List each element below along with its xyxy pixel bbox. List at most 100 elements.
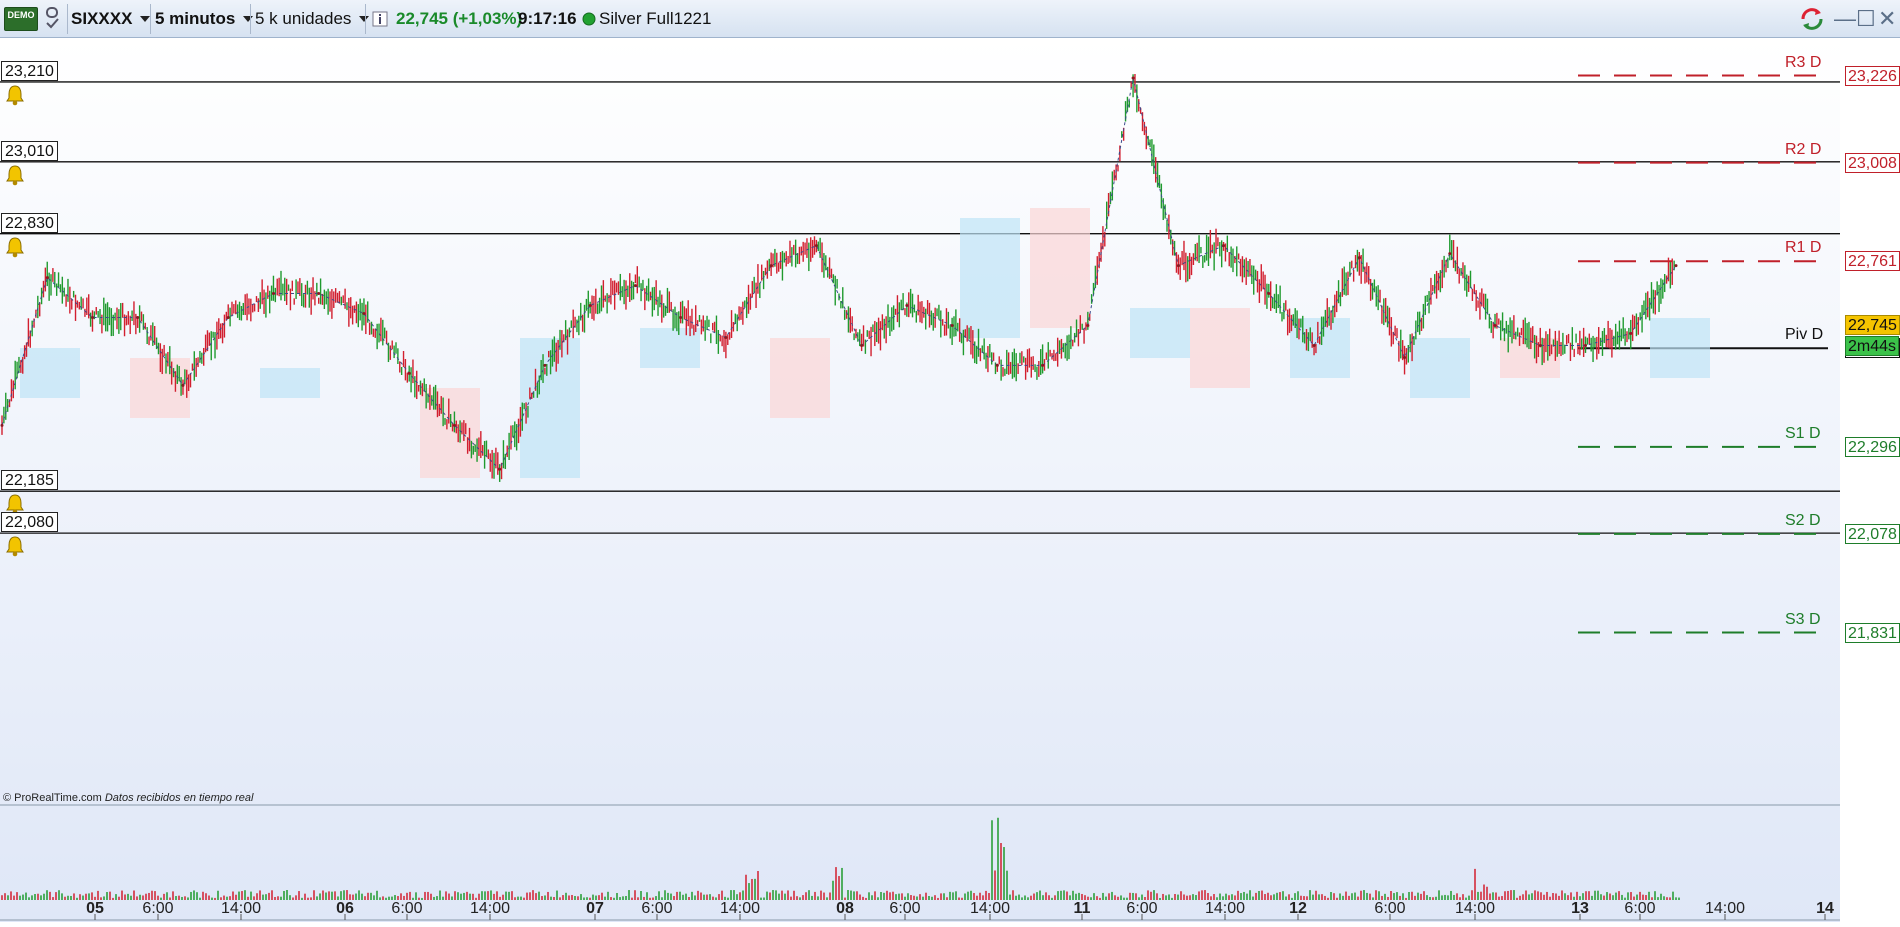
time-axis-label: 6:00 — [641, 900, 672, 917]
price-point — [317, 292, 321, 296]
price-point — [950, 324, 954, 327]
chart-area[interactable]: 23,323,223,12322,922,822,722,622,522,422… — [0, 38, 1900, 922]
price-point — [1267, 292, 1271, 296]
price-point — [679, 316, 683, 320]
cloud-segment — [1030, 208, 1090, 328]
alert-level-box[interactable]: 22,830 — [1, 212, 58, 233]
alert-level-box[interactable]: 22,185 — [1, 470, 58, 491]
pivot-price-box: 22,761 — [1845, 251, 1900, 272]
info-icon[interactable] — [372, 4, 388, 34]
price-point — [1629, 331, 1633, 335]
price-point — [1448, 252, 1452, 256]
time-axis-label: 6:00 — [1374, 900, 1405, 917]
price-point — [1222, 244, 1226, 248]
time-axis-label: 13 — [1571, 900, 1589, 917]
pivot-name: R2 D — [1785, 140, 1822, 158]
time-axis-label: 6:00 — [391, 900, 422, 917]
price-point — [860, 343, 864, 347]
price-point — [1493, 324, 1497, 327]
cloud-segment — [1190, 308, 1250, 388]
units-label: 5 k unidades — [255, 9, 352, 28]
price-point — [769, 264, 773, 268]
price-chart[interactable]: 23,323,223,12322,922,822,722,622,522,422… — [0, 38, 1900, 922]
alert-level-box[interactable]: 23,210 — [1, 60, 58, 81]
price-point — [362, 312, 366, 316]
link-icon[interactable] — [44, 4, 64, 34]
cloud-segment — [260, 368, 320, 398]
price-point — [45, 276, 49, 280]
time-axis-label: 14:00 — [1455, 900, 1495, 917]
timeframe-label: 5 minutos — [155, 9, 236, 28]
instrument-name: Silver Full1221 — [599, 9, 712, 28]
price-point — [226, 316, 230, 320]
price-point — [1674, 264, 1678, 268]
pivot-price-box: 22,078 — [1845, 523, 1900, 544]
time-axis-label: 12 — [1289, 900, 1307, 917]
price-point — [1584, 343, 1588, 347]
pivot-name: Piv D — [1785, 326, 1824, 344]
price-point — [588, 304, 592, 308]
time-axis-label: 06 — [336, 900, 354, 917]
close-icon[interactable]: ✕ — [1878, 6, 1896, 32]
time-axis-label: 14 — [1816, 900, 1834, 917]
symbol-label: SIXXXX — [71, 9, 133, 28]
pivot-name: S2 D — [1785, 511, 1821, 529]
price-point — [407, 371, 411, 375]
price-point — [1086, 324, 1090, 327]
pivot-name: R3 D — [1785, 53, 1822, 71]
demo-logo: DEMO — [4, 7, 38, 31]
price-point — [90, 316, 94, 320]
chart-background — [0, 38, 1840, 922]
cloud-segment — [20, 348, 80, 398]
time-axis-label: 05 — [86, 900, 104, 917]
price-point — [136, 316, 140, 320]
timeframe-selector[interactable]: 5 minutos — [155, 4, 254, 34]
time-axis-label: 6:00 — [889, 900, 920, 917]
pivot-price-box: 22,296 — [1845, 436, 1900, 457]
pivot-price-box: 23,008 — [1845, 152, 1900, 173]
time-axis-label: 14:00 — [470, 900, 510, 917]
price-point — [0, 423, 4, 427]
time-axis-label: 08 — [836, 900, 854, 917]
source-label: © ProRealTime.com — [3, 792, 102, 804]
maximize-icon[interactable]: ☐ — [1856, 6, 1876, 32]
pivot-name: R1 D — [1785, 239, 1822, 257]
bell-icon[interactable] — [4, 84, 26, 106]
price-point — [633, 284, 637, 288]
time-axis-label: 6:00 — [1624, 900, 1655, 917]
time-axis-label: 6:00 — [142, 900, 173, 917]
countdown-box: 2m44s — [1845, 336, 1900, 356]
bell-icon[interactable] — [4, 164, 26, 186]
price-point — [1041, 363, 1045, 367]
price-point — [498, 467, 502, 471]
sync-icon[interactable] — [1798, 6, 1826, 38]
footer-note: © ProRealTime.com Datos recibidos en tie… — [3, 792, 253, 804]
realtime-note: Datos recibidos en tiempo real — [104, 792, 254, 804]
price-point — [1357, 256, 1361, 260]
price-point — [181, 383, 185, 387]
alert-level-box[interactable]: 22,080 — [1, 512, 58, 533]
last-price-box: 22,745 — [1845, 315, 1900, 335]
cloud-segment — [960, 218, 1020, 338]
cloud-segment — [1500, 338, 1560, 378]
pivot-price-box: 23,226 — [1845, 65, 1900, 86]
last-price-change: 22,745 (+1,03%) — [396, 9, 523, 28]
price-point — [1312, 343, 1316, 347]
price-point — [1131, 76, 1135, 80]
time-axis-label: 07 — [586, 900, 604, 917]
pivot-price-box: 21,831 — [1845, 622, 1900, 643]
time-axis-label: 14:00 — [970, 900, 1010, 917]
time-axis-label: 6:00 — [1126, 900, 1157, 917]
bell-icon[interactable] — [4, 535, 26, 557]
price-point — [995, 363, 999, 367]
alert-level-box[interactable]: 23,010 — [1, 140, 58, 161]
units-selector[interactable]: 5 k unidades — [255, 4, 370, 34]
time-axis-label: 14:00 — [1205, 900, 1245, 917]
symbol-selector[interactable]: SIXXXX — [71, 4, 151, 34]
minimize-icon[interactable]: — — [1834, 6, 1856, 32]
time-axis-label: 11 — [1074, 900, 1091, 917]
bell-icon[interactable] — [4, 236, 26, 258]
cloud-segment — [1130, 308, 1190, 358]
demo-logo-text: DEMO — [7, 10, 35, 20]
price-point — [271, 292, 275, 296]
